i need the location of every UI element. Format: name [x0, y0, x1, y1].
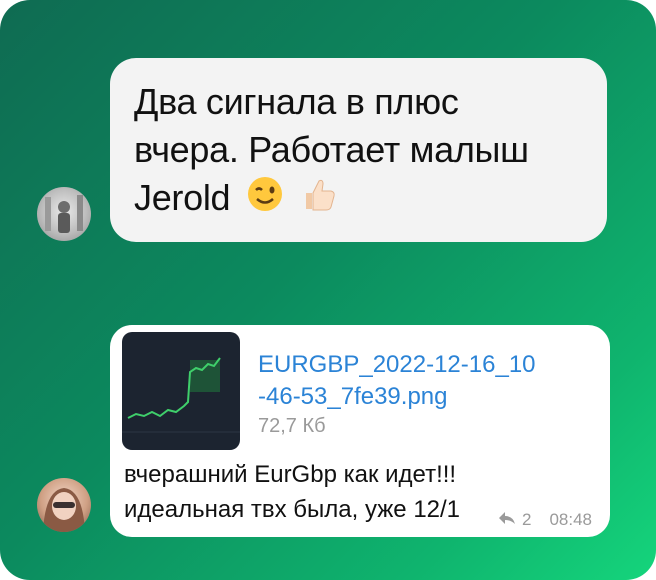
reply-icon [498, 510, 516, 530]
message-text: Два сигнала в плюс вчера. Работает малыш… [134, 78, 583, 225]
message-bubble[interactable]: Два сигнала в плюс вчера. Работает малыш… [110, 58, 607, 242]
message-bubble[interactable]: EURGBP_2022-12-16_10 -46-53_7fe39.png 72… [110, 325, 610, 537]
message-text: вчерашний EurGbp как идет!!! идеальная т… [124, 461, 461, 523]
avatar[interactable] [37, 478, 91, 532]
message-time: 08:48 [549, 510, 592, 529]
image-thumbnail[interactable] [122, 332, 240, 450]
avatar[interactable] [37, 187, 91, 241]
attachment-file-size: 72,7 Кб [258, 415, 326, 437]
replies-count[interactable]: 2 [522, 510, 531, 530]
winking-face-icon [246, 175, 284, 225]
message-meta: 2 08:48 [498, 510, 592, 530]
chat-background: Два сигнала в плюс вчера. Работает малыш… [0, 0, 656, 580]
attachment-file-name[interactable]: EURGBP_2022-12-16_10 -46-53_7fe39.png [258, 349, 578, 413]
thumbs-up-icon [300, 175, 338, 225]
